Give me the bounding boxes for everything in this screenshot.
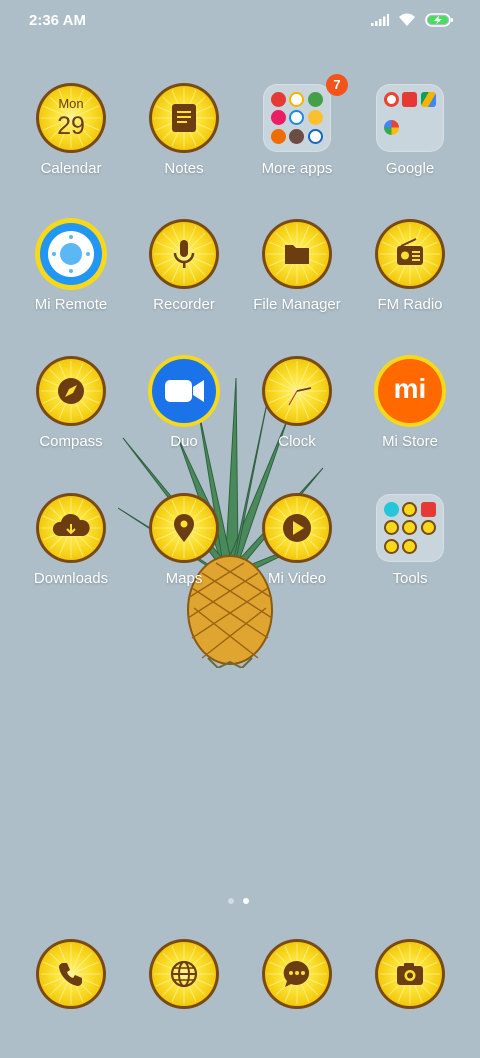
status-time: 2:36 AM [29, 12, 86, 29]
battery-charging-icon [425, 12, 453, 27]
app-label: Tools [392, 570, 428, 587]
folder-google[interactable]: Google [355, 82, 465, 202]
remote-icon [35, 218, 107, 290]
app-compass[interactable]: Compass [16, 355, 126, 475]
notification-badge: 7 [326, 74, 348, 96]
folder-icon [376, 84, 444, 152]
dock-browser[interactable] [129, 938, 239, 1058]
cloud-download-icon [35, 492, 107, 564]
status-bar: 2:36 AM [0, 0, 480, 44]
radio-icon [374, 218, 446, 290]
wifi-icon [399, 13, 415, 26]
app-calendar[interactable]: Mon 29 Calendar [16, 82, 126, 202]
app-mi-remote[interactable]: Mi Remote [16, 218, 126, 338]
folder-more-apps[interactable]: 7 More apps [242, 74, 352, 202]
folder-tools[interactable]: Tools [355, 492, 465, 612]
map-pin-icon [148, 492, 220, 564]
dock-messaging[interactable] [242, 938, 352, 1058]
app-label: Recorder [153, 296, 215, 313]
microphone-icon [148, 218, 220, 290]
mi-logo: mi [393, 373, 427, 404]
dock-phone[interactable] [16, 938, 126, 1058]
play-icon [261, 492, 333, 564]
app-maps[interactable]: Maps [129, 492, 239, 612]
app-label: Mi Remote [34, 296, 108, 313]
video-camera-icon [148, 355, 220, 427]
page-dot[interactable] [228, 898, 234, 904]
camera-icon [374, 938, 446, 1010]
app-label: FM Radio [377, 296, 443, 313]
app-clock[interactable]: Clock [242, 355, 352, 475]
app-label: Notes [164, 160, 204, 177]
calendar-icon: Mon 29 [35, 82, 107, 154]
app-label: File Manager [253, 296, 341, 313]
chat-icon [261, 938, 333, 1010]
globe-icon [148, 938, 220, 1010]
app-label: Mi Video [267, 570, 327, 587]
clock-icon [261, 355, 333, 427]
calendar-date: 29 [57, 112, 85, 140]
folder-icon [376, 494, 444, 562]
app-label: Maps [165, 570, 203, 587]
calendar-weekday: Mon [58, 96, 84, 111]
app-label: Google [385, 160, 435, 177]
app-label: Downloads [33, 570, 109, 587]
app-downloads[interactable]: Downloads [16, 492, 126, 612]
app-mi-video[interactable]: Mi Video [242, 492, 352, 612]
app-label: More apps [261, 160, 333, 177]
app-notes[interactable]: Notes [129, 82, 239, 202]
app-fm-radio[interactable]: FM Radio [355, 218, 465, 338]
notes-icon [148, 82, 220, 154]
dock-camera[interactable] [355, 938, 465, 1058]
phone-icon [35, 938, 107, 1010]
app-label: Calendar [40, 160, 102, 177]
app-label: Mi Store [382, 433, 438, 450]
mi-store-icon: mi [374, 355, 446, 427]
app-mi-store[interactable]: mi Mi Store [355, 355, 465, 475]
app-label: Duo [170, 433, 198, 450]
page-dot-active[interactable] [243, 898, 249, 904]
app-recorder[interactable]: Recorder [129, 218, 239, 338]
app-duo[interactable]: Duo [129, 355, 239, 475]
page-indicator[interactable] [228, 898, 249, 904]
compass-icon [35, 355, 107, 427]
folder-file-icon [261, 218, 333, 290]
app-file-manager[interactable]: File Manager [242, 218, 352, 338]
folder-icon [263, 84, 331, 152]
signal-icon [371, 13, 389, 26]
app-label: Compass [39, 433, 103, 450]
status-icons [371, 12, 454, 27]
app-label: Clock [278, 433, 316, 450]
